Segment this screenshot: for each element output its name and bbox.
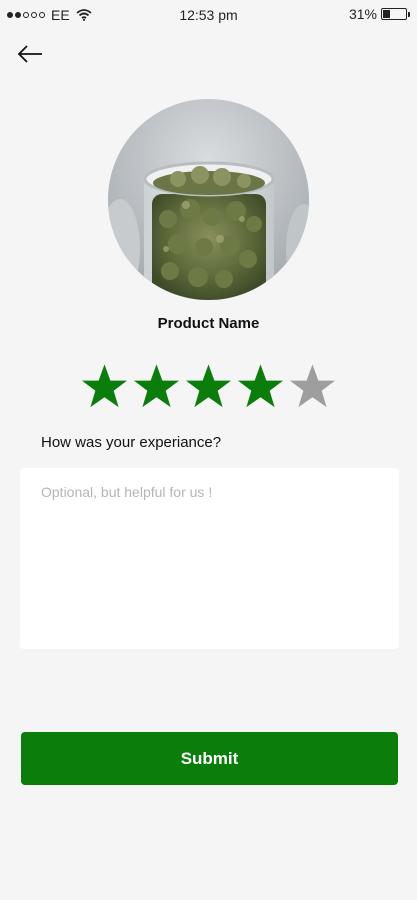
- review-question: How was your experiance?: [41, 434, 222, 451]
- star-icon[interactable]: [185, 363, 232, 410]
- star-icon[interactable]: [237, 363, 284, 410]
- jar-icon: [108, 161, 309, 300]
- star-icon[interactable]: [133, 363, 180, 410]
- review-input[interactable]: [20, 468, 399, 649]
- battery-icon: [381, 8, 410, 20]
- product-image: [108, 99, 309, 300]
- star-icon[interactable]: [81, 363, 128, 410]
- submit-button[interactable]: Submit: [21, 732, 398, 785]
- status-right: 31%: [348, 6, 410, 22]
- back-button[interactable]: [14, 40, 46, 68]
- battery-percent: 31%: [348, 6, 377, 22]
- status-bar: EE 12:53 pm 31%: [0, 0, 417, 30]
- product-name: Product Name: [157, 315, 260, 332]
- arrow-left-icon: [17, 45, 42, 63]
- star-icon[interactable]: [289, 363, 336, 410]
- battery-fill: [383, 10, 390, 18]
- star-rating[interactable]: [81, 363, 336, 410]
